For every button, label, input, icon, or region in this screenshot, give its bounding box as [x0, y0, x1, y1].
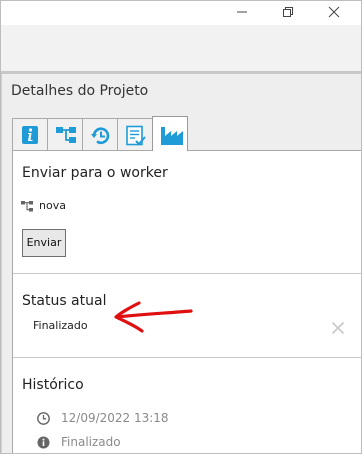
title-bar — [1, 1, 361, 25]
tab-history[interactable] — [82, 118, 118, 150]
history-icon — [91, 127, 110, 145]
close-button[interactable] — [311, 1, 357, 23]
factory-icon — [161, 127, 183, 145]
section-divider — [13, 273, 361, 274]
restore-button[interactable] — [265, 1, 311, 23]
clock-icon — [37, 412, 50, 425]
checklist-icon — [126, 125, 146, 146]
status-value: Finalizado — [33, 319, 88, 332]
workflow-icon — [21, 201, 33, 212]
tab-workflow[interactable] — [47, 118, 83, 150]
history-section-title: Histórico — [22, 377, 84, 393]
send-button[interactable]: Enviar — [22, 229, 66, 257]
tab-checklist[interactable] — [117, 118, 153, 150]
close-icon — [328, 6, 340, 18]
section-divider — [13, 357, 361, 358]
info-icon — [22, 126, 38, 144]
tab-factory[interactable] — [152, 116, 188, 151]
info-circle-icon — [37, 436, 50, 449]
history-entry-text: 12/09/2022 13:18 — [61, 411, 169, 425]
minimize-icon — [237, 11, 247, 13]
status-section-title: Status atual — [22, 293, 107, 309]
clear-status-icon[interactable] — [331, 321, 345, 335]
annotation-arrow — [114, 301, 193, 333]
tab-info[interactable] — [12, 118, 48, 150]
panel-title: Detalhes do Projeto — [11, 83, 149, 99]
send-section-title: Enviar para o worker — [22, 165, 168, 181]
toolbar-area — [1, 25, 361, 72]
app-window: Detalhes do Projeto Enviar para o worker… — [0, 0, 362, 454]
history-entry-text: Finalizado — [61, 435, 121, 449]
minimize-button[interactable] — [219, 1, 265, 23]
worker-name: nova — [39, 199, 66, 212]
workflow-icon — [56, 127, 76, 143]
project-details-panel: Detalhes do Projeto Enviar para o worker… — [1, 74, 361, 453]
restore-icon — [283, 7, 293, 17]
